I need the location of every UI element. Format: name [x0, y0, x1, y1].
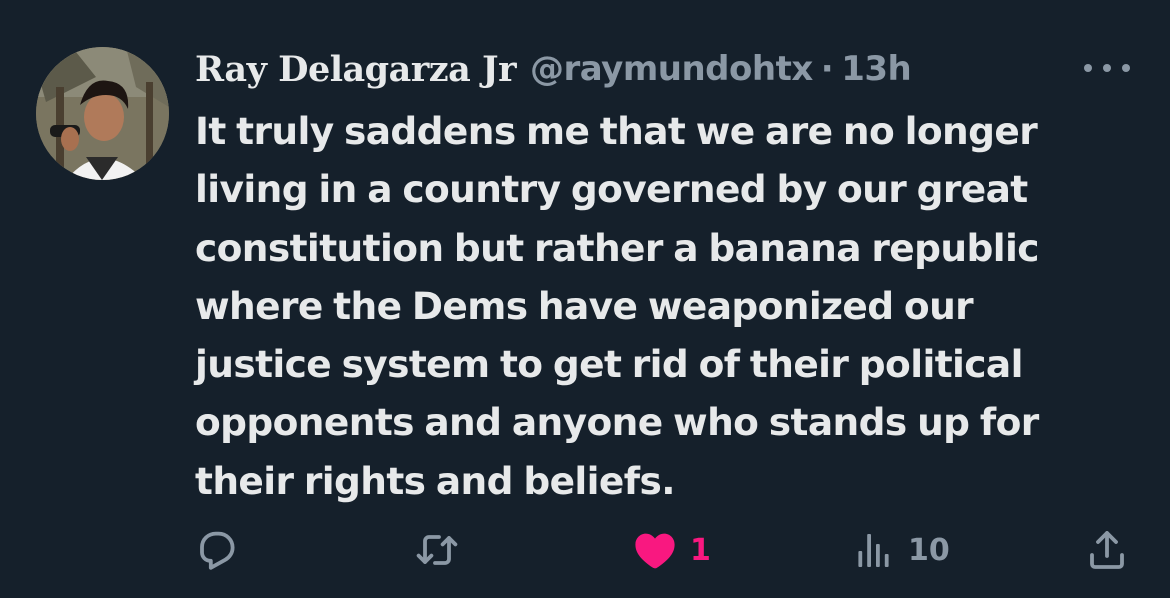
separator-dot: ·	[820, 49, 834, 89]
tweet-header: Ray Delagarza Jr @raymundohtx · 13h	[195, 44, 912, 94]
like-button[interactable]: 1	[630, 520, 711, 580]
author-name[interactable]: Ray Delagarza Jr	[195, 49, 517, 90]
tweet-text-line: opponents and anyone who stands up for	[195, 400, 1039, 445]
author-handle[interactable]: @raymundohtx	[530, 49, 813, 89]
retweet-button[interactable]	[410, 520, 464, 580]
tweet-text-line: constitution but rather a banana republi…	[195, 225, 1039, 270]
retweet-icon	[416, 535, 458, 565]
tweet-text-line: living in a country governed by our grea…	[195, 167, 1028, 212]
share-button[interactable]	[1083, 520, 1131, 580]
timestamp[interactable]: 13h	[841, 49, 912, 89]
views-count: 10	[908, 532, 950, 568]
like-count: 1	[690, 532, 711, 568]
heart-icon	[635, 533, 675, 569]
tweet-text-line: justice system to get rid of their polit…	[195, 342, 1023, 387]
action-bar: 1 10	[0, 520, 1170, 580]
views-button[interactable]: 10	[850, 520, 950, 580]
tweet: Ray Delagarza Jr @raymundohtx · 13h It t…	[0, 0, 1170, 598]
reply-icon	[200, 531, 235, 570]
avatar[interactable]	[36, 47, 169, 180]
tweet-text-line: It truly saddens me that we are no longe…	[195, 109, 1038, 153]
views-icon	[858, 534, 889, 567]
share-icon	[1090, 531, 1124, 569]
reply-button[interactable]	[193, 520, 241, 580]
more-options-icon[interactable]	[1084, 56, 1130, 80]
tweet-text-line: where the Dems have weaponized our	[195, 283, 974, 328]
tweet-text: It truly saddens me that we are no longe…	[195, 102, 1145, 510]
tweet-text-line: their rights and beliefs.	[195, 458, 675, 503]
